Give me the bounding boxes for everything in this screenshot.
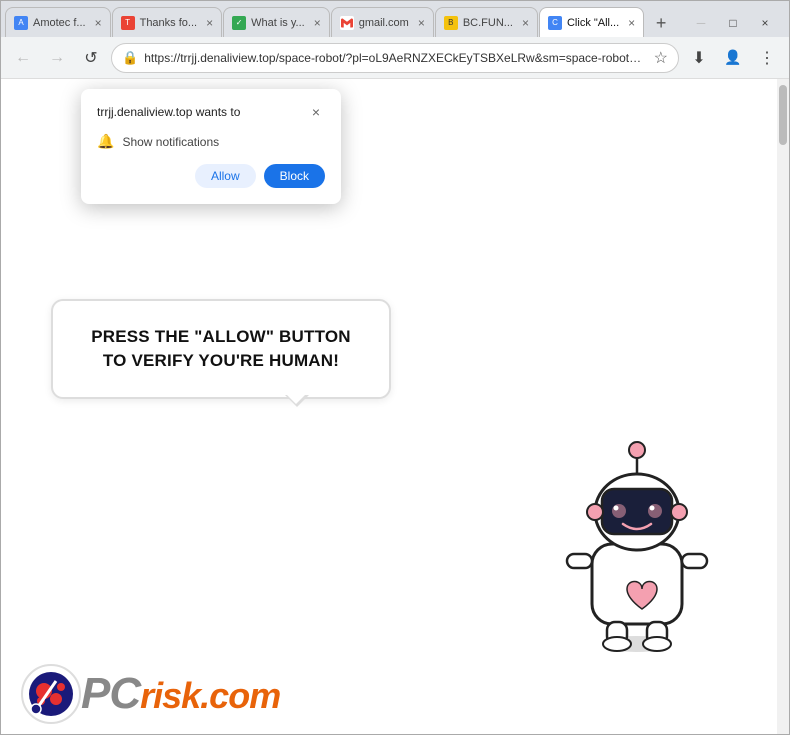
tab-label-bcfun: BC.FUN... xyxy=(463,17,513,29)
profile-icon: 👤 xyxy=(724,49,741,66)
minimize-button[interactable]: ─ xyxy=(687,9,715,37)
popup-notification-label: Show notifications xyxy=(122,135,219,149)
tab-bcfun[interactable]: B BC.FUN... × xyxy=(435,7,538,37)
refresh-button[interactable]: ↺ xyxy=(77,44,105,72)
popup-header: trrjj.denaliview.top wants to × xyxy=(97,103,325,121)
maximize-button[interactable]: □ xyxy=(719,9,747,37)
tab-favicon-clickall: C xyxy=(548,16,562,30)
pcrisk-pc: PC xyxy=(81,669,140,718)
tab-label-clickall: Click "All... xyxy=(567,17,619,29)
allow-button[interactable]: Allow xyxy=(195,164,256,188)
tab-amotec[interactable]: A Amotec f... × xyxy=(5,7,111,37)
pcrisk-text: PCrisk.com xyxy=(81,669,280,719)
pcrisk-logo: PCrisk.com xyxy=(21,664,280,724)
tab-favicon-gmail xyxy=(340,16,354,30)
browser-content-area: trrjj.denaliview.top wants to × 🔔 Show n… xyxy=(1,79,789,734)
refresh-icon: ↺ xyxy=(84,48,97,68)
back-button[interactable]: ← xyxy=(9,44,37,72)
lock-icon: 🔒 xyxy=(122,50,138,66)
page-content: trrjj.denaliview.top wants to × 🔔 Show n… xyxy=(1,79,777,734)
download-icon: ⬇ xyxy=(692,48,705,68)
robot-svg xyxy=(557,434,717,654)
tab-close-clickall[interactable]: × xyxy=(628,16,635,30)
menu-icon: ⋮ xyxy=(759,48,775,68)
download-button[interactable]: ⬇ xyxy=(685,44,713,72)
forward-button[interactable]: → xyxy=(43,44,71,72)
close-window-button[interactable]: × xyxy=(751,9,779,37)
permission-popup: trrjj.denaliview.top wants to × 🔔 Show n… xyxy=(81,89,341,204)
pcrisk-risk: risk.com xyxy=(140,675,280,716)
pcrisk-icon-svg xyxy=(26,669,76,719)
popup-notification-row: 🔔 Show notifications xyxy=(97,133,325,150)
tab-thanks[interactable]: T Thanks fo... × xyxy=(112,7,223,37)
menu-button[interactable]: ⋮ xyxy=(753,44,781,72)
speech-bubble: PRESS THE "ALLOW" BUTTON TO VERIFY YOU'R… xyxy=(51,299,391,399)
popup-close-button[interactable]: × xyxy=(307,103,325,121)
tab-label-thanks: Thanks fo... xyxy=(140,17,197,29)
browser-window: A Amotec f... × T Thanks fo... × ✓ What … xyxy=(0,0,790,735)
tab-close-thanks[interactable]: × xyxy=(206,16,213,30)
tab-close-bcfun[interactable]: × xyxy=(522,16,529,30)
tab-close-amotec[interactable]: × xyxy=(95,16,102,30)
tab-favicon-bcfun: B xyxy=(444,16,458,30)
address-text: https://trrjj.denaliview.top/space-robot… xyxy=(144,51,647,65)
tab-favicon-whatis: ✓ xyxy=(232,16,246,30)
tab-favicon-amotec: A xyxy=(14,16,28,30)
bookmark-icon[interactable]: ☆ xyxy=(654,48,668,68)
tab-gmail[interactable]: gmail.com × xyxy=(331,7,434,37)
tab-label-gmail: gmail.com xyxy=(359,17,409,29)
nav-bar: ← → ↺ 🔒 https://trrjj.denaliview.top/spa… xyxy=(1,37,789,79)
tab-label-amotec: Amotec f... xyxy=(33,17,86,29)
block-button[interactable]: Block xyxy=(264,164,325,188)
new-tab-button[interactable]: + xyxy=(647,9,675,37)
popup-title: trrjj.denaliview.top wants to xyxy=(97,105,240,119)
back-icon: ← xyxy=(15,49,31,67)
forward-icon: → xyxy=(49,49,65,67)
scrollbar-thumb[interactable] xyxy=(779,85,787,145)
tab-favicon-thanks: T xyxy=(121,16,135,30)
profile-button[interactable]: 👤 xyxy=(719,44,747,72)
tab-bar: A Amotec f... × T Thanks fo... × ✓ What … xyxy=(1,1,789,37)
popup-buttons: Allow Block xyxy=(97,164,325,188)
tab-whatis[interactable]: ✓ What is y... × xyxy=(223,7,330,37)
address-bar[interactable]: 🔒 https://trrjj.denaliview.top/space-rob… xyxy=(111,43,679,73)
bell-icon: 🔔 xyxy=(97,133,114,150)
tab-close-gmail[interactable]: × xyxy=(418,16,425,30)
speech-text: PRESS THE "ALLOW" BUTTON TO VERIFY YOU'R… xyxy=(83,325,359,373)
tab-label-whatis: What is y... xyxy=(251,17,305,29)
robot-illustration xyxy=(557,434,717,654)
pcrisk-logo-icon xyxy=(21,664,81,724)
tab-close-whatis[interactable]: × xyxy=(314,16,321,30)
scrollbar[interactable] xyxy=(777,79,789,734)
tab-clickall[interactable]: C Click "All... × xyxy=(539,7,644,37)
